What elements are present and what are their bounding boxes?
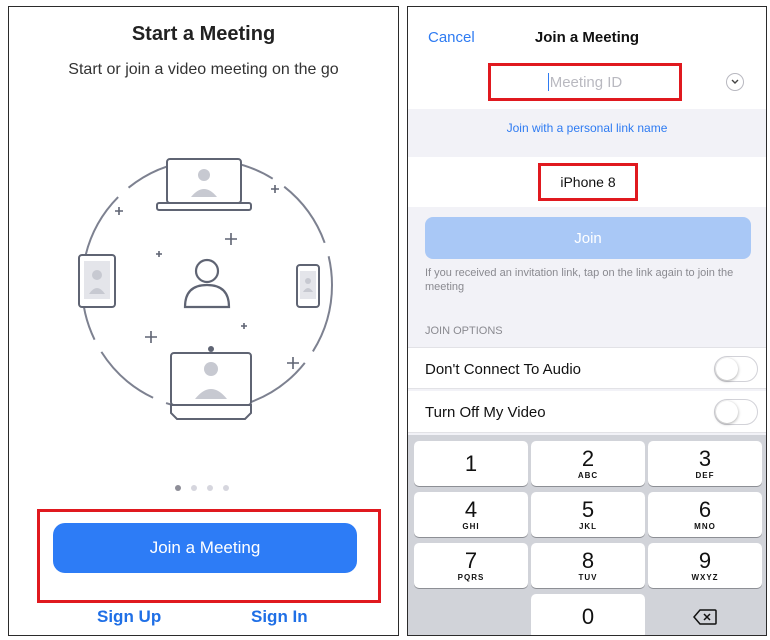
key-digit: 1 [464, 450, 478, 476]
key-digit: 8 [581, 547, 595, 573]
key-letters: DEF [695, 470, 715, 480]
carousel-dot[interactable] [175, 485, 181, 491]
key-digit: 4 [464, 496, 478, 522]
key-digit: 3 [698, 445, 712, 471]
meeting-id-input[interactable]: Meeting ID [488, 63, 682, 101]
key-9[interactable]: 9 WXYZ [648, 543, 762, 588]
backspace-key[interactable] [648, 594, 762, 635]
join-meeting-button[interactable]: Join a Meeting [53, 523, 357, 573]
join-button[interactable]: Join [425, 217, 751, 259]
backspace-icon [693, 608, 717, 625]
key-digit: 9 [698, 547, 712, 573]
sparkle-icons [115, 185, 299, 369]
join-meeting-screen: Cancel Join a Meeting Meeting ID Join wi… [407, 6, 767, 636]
key-6[interactable]: 6 MNO [648, 492, 762, 537]
nav-bar: Cancel Join a Meeting [408, 7, 766, 57]
key-digit: 2 [581, 445, 595, 471]
video-meeting-illustration [78, 158, 333, 420]
carousel-dot[interactable] [207, 485, 213, 491]
monitor-icon [170, 346, 252, 420]
phone-icon [296, 264, 320, 308]
key-letters: MNO [694, 521, 716, 531]
key-7[interactable]: 7 PQRS [414, 543, 528, 588]
numeric-keypad: 1 2 ABC 3 DEF 4 GHI 5 JKL 6 MNO 7 PQRS 8… [408, 435, 766, 635]
meeting-id-placeholder: Meeting ID [549, 73, 623, 91]
key-3[interactable]: 3 DEF [648, 441, 762, 486]
sign-in-link[interactable]: Sign In [251, 607, 308, 627]
key-digit: 7 [464, 547, 478, 573]
key-letters: PQRS [457, 572, 485, 582]
key-letters: WXYZ [691, 572, 719, 582]
key-digit: 6 [698, 496, 712, 522]
tablet-icon [78, 254, 116, 308]
join-options-header: JOIN OPTIONS [425, 325, 503, 337]
help-text: If you received an invitation link, tap … [425, 267, 734, 293]
text-caret [547, 73, 549, 91]
key-5[interactable]: 5 JKL [531, 492, 645, 537]
key-1[interactable]: 1 [414, 441, 528, 486]
video-toggle[interactable] [714, 399, 758, 425]
page-title: Start a Meeting [131, 23, 276, 45]
laptop-icon [156, 158, 252, 211]
key-8[interactable]: 8 TUV [531, 543, 645, 588]
display-name-input[interactable]: iPhone 8 [538, 163, 638, 201]
user-icon [183, 258, 231, 309]
option-label: Turn Off My Video [425, 404, 546, 421]
carousel-dot[interactable] [223, 485, 229, 491]
start-meeting-screen: Start a Meeting Start or join a video me… [8, 6, 399, 636]
carousel-dots [175, 485, 235, 495]
toggle-knob [716, 358, 738, 380]
key-2[interactable]: 2 ABC [531, 441, 645, 486]
meeting-id-row: Meeting ID [408, 57, 766, 109]
key-letters: TUV [578, 572, 598, 582]
option-row-audio: Don't Connect To Audio [408, 347, 766, 389]
option-row-video: Turn Off My Video [408, 391, 766, 433]
display-name-row: iPhone 8 [408, 157, 766, 207]
page-subtitle: Start or join a video meeting on the go [68, 61, 339, 78]
key-digit: 0 [581, 603, 595, 629]
carousel-dot[interactable] [191, 485, 197, 491]
key-digit: 5 [581, 496, 595, 522]
key-letters: ABC [577, 470, 599, 480]
sign-up-link[interactable]: Sign Up [97, 607, 161, 627]
key-letters: GHI [462, 521, 480, 531]
toggle-knob [716, 401, 738, 423]
personal-link-button[interactable]: Join with a personal link name [408, 121, 766, 135]
chevron-down-icon [731, 79, 739, 84]
key-letters: JKL [578, 521, 598, 531]
history-dropdown-button[interactable] [726, 73, 744, 91]
key-0[interactable]: 0 [531, 594, 645, 635]
option-label: Don't Connect To Audio [425, 361, 582, 378]
key-4[interactable]: 4 GHI [414, 492, 528, 537]
audio-toggle[interactable] [714, 356, 758, 382]
nav-title: Join a Meeting [534, 29, 640, 46]
